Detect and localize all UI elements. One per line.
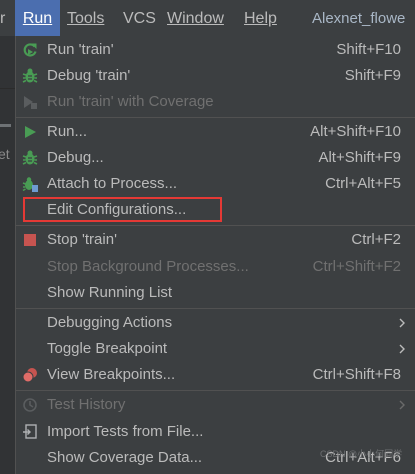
run-dropdown-menu: Run 'train' Shift+F10 Debug 'train' Shif…	[15, 36, 415, 474]
chevron-right-icon	[399, 318, 405, 328]
import-icon	[23, 424, 37, 439]
menu-item-shortcut: Ctrl+Shift+F2	[312, 258, 401, 275]
menu-item-shortcut: Ctrl+Shift+F8	[312, 366, 401, 383]
menu-item-label: Import Tests from File...	[47, 423, 204, 440]
menu-item-label: Toggle Breakpoint	[47, 340, 168, 357]
menu-item-toggle-breakpoint[interactable]: Toggle Breakpoint	[16, 336, 415, 362]
menu-item-attach-to-process[interactable]: Attach to Process... Ctrl+Alt+F5	[16, 171, 415, 197]
menu-vcs-label: VCS	[123, 10, 156, 27]
menu-item-label: Test History	[47, 396, 126, 413]
divider	[0, 88, 15, 89]
menu-separator	[16, 117, 415, 118]
menu-bar-partial-item[interactable]: r	[0, 0, 5, 36]
menu-run[interactable]: Run	[15, 0, 60, 36]
menu-item-label: Attach to Process...	[47, 175, 178, 192]
menu-item-label: Stop Background Processes...	[47, 258, 249, 275]
menu-item-label: Debugging Actions	[47, 314, 173, 331]
menu-item-stop-train[interactable]: Stop 'train' Ctrl+F2	[16, 227, 415, 253]
menu-item-label: Debug...	[47, 149, 104, 166]
chevron-right-icon	[399, 400, 405, 410]
toolbar-fragment	[0, 124, 11, 127]
history-clock-icon	[23, 398, 37, 412]
menu-item-label: Run 'train'	[47, 41, 114, 58]
debug-bug-icon	[22, 150, 38, 165]
menu-item-show-running-list[interactable]: Show Running List	[16, 280, 415, 306]
menu-item-label: Debug 'train'	[47, 67, 131, 84]
menu-item-shortcut: Shift+F10	[336, 41, 401, 58]
debug-bug-icon	[22, 68, 38, 83]
menu-help[interactable]: Help	[244, 0, 277, 36]
menu-item-shortcut: Shift+F9	[344, 67, 401, 84]
menu-item-import-tests[interactable]: Import Tests from File...	[16, 419, 415, 445]
coverage-icon	[24, 96, 37, 109]
menu-help-label: Help	[244, 10, 277, 27]
menu-item-label: Run 'train' with Coverage	[47, 93, 214, 110]
menu-item-debug-train[interactable]: Debug 'train' Shift+F9	[16, 63, 415, 89]
annotation-highlight-box	[23, 197, 222, 222]
breakpoints-icon	[22, 368, 37, 383]
menu-item-label: View Breakpoints...	[47, 366, 176, 383]
menu-item-shortcut: Alt+Shift+F9	[318, 149, 401, 166]
menu-tools-label: Tools	[67, 10, 105, 27]
menu-item-shortcut: Ctrl+F2	[351, 231, 401, 248]
menu-separator	[16, 225, 415, 226]
menu-item-shortcut: Alt+Shift+F10	[310, 123, 401, 140]
menu-separator	[16, 390, 415, 391]
menu-item-view-breakpoints[interactable]: View Breakpoints... Ctrl+Shift+F8	[16, 362, 415, 388]
ide-window: r Run Tools VCS Window Help Alexnet_flow…	[0, 0, 415, 474]
menu-item-debugging-actions[interactable]: Debugging Actions	[16, 310, 415, 336]
menu-item-debug[interactable]: Debug... Alt+Shift+F9	[16, 145, 415, 171]
stop-icon	[24, 234, 36, 246]
menu-window-label: Window	[167, 10, 224, 27]
menu-tools[interactable]: Tools	[67, 0, 104, 36]
menu-item-label: Stop 'train'	[47, 231, 117, 248]
menu-item-test-history[interactable]: Test History	[16, 392, 415, 418]
attach-debugger-icon	[22, 177, 38, 192]
menu-item-run-train[interactable]: Run 'train' Shift+F10	[16, 37, 415, 63]
menu-item-label: Run...	[47, 123, 88, 140]
menu-item-label: Show Running List	[47, 284, 173, 301]
menu-item-run-with-coverage[interactable]: Run 'train' with Coverage	[16, 89, 415, 115]
menu-item-label: Show Coverage Data...	[47, 449, 203, 466]
menu-vcs[interactable]: VCS	[123, 0, 156, 36]
partial-text: et	[0, 146, 10, 162]
project-title: Alexnet_flowe	[312, 10, 406, 27]
menu-separator	[16, 308, 415, 309]
rerun-icon	[23, 43, 37, 57]
chevron-right-icon	[399, 344, 405, 354]
watermark: CSDN @小小何同学	[320, 449, 403, 459]
menu-run-label: Run	[22, 10, 53, 27]
menu-item-run[interactable]: Run... Alt+Shift+F10	[16, 119, 415, 145]
menu-window[interactable]: Window	[167, 0, 224, 36]
editor-background: et	[0, 36, 15, 474]
run-play-icon	[25, 126, 36, 138]
menu-bar: r Run Tools VCS Window Help Alexnet_flow…	[0, 0, 415, 36]
menu-item-stop-background-processes[interactable]: Stop Background Processes... Ctrl+Shift+…	[16, 254, 415, 280]
menu-item-shortcut: Ctrl+Alt+F5	[325, 175, 401, 192]
